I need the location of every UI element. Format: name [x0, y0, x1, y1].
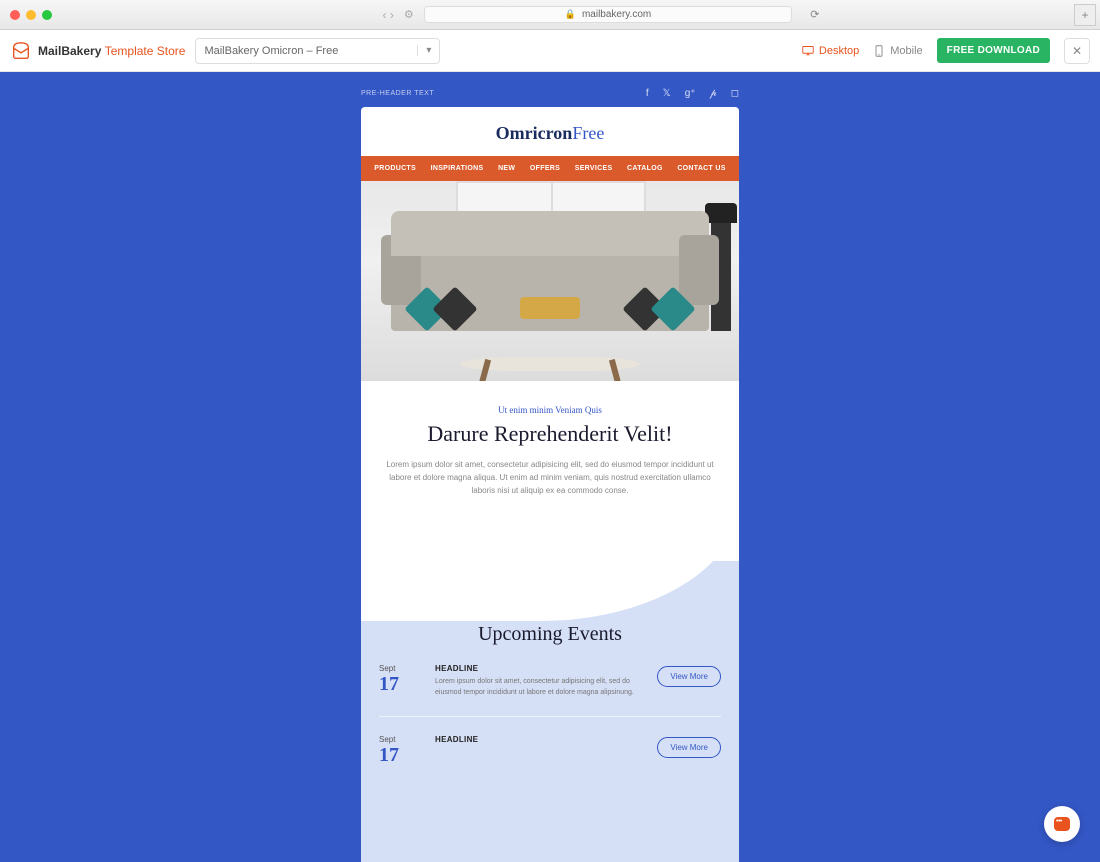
preview-stage: PRE-HEADER TEXT f 𝕏 g⁺ 𝓅 ◻ OmricronFree …	[0, 72, 1100, 862]
free-download-button[interactable]: FREE DOWNLOAD	[937, 38, 1050, 63]
url-text: mailbakery.com	[582, 9, 651, 20]
nav-catalog[interactable]: CATALOG	[627, 165, 663, 172]
window-zoom-icon[interactable]	[42, 10, 52, 20]
desktop-view-button[interactable]: Desktop	[802, 45, 859, 57]
event-row: Sept 17 HEADLINE View More	[379, 735, 721, 785]
app-toolbar: MailBakery Template Store MailBakery Omi…	[0, 30, 1100, 72]
twitter-icon[interactable]: 𝕏	[663, 88, 671, 99]
event-month: Sept	[379, 664, 421, 673]
event-view-more-button[interactable]: View More	[657, 737, 721, 758]
nav-contact[interactable]: CONTACT US	[677, 165, 725, 172]
chat-icon	[1054, 817, 1070, 831]
facebook-icon[interactable]: f	[646, 88, 649, 99]
nav-inspirations[interactable]: INSPIRATIONS	[431, 165, 484, 172]
social-links: f 𝕏 g⁺ 𝓅 ◻	[646, 88, 739, 99]
email-preview: PRE-HEADER TEXT f 𝕏 g⁺ 𝓅 ◻ OmricronFree …	[361, 82, 739, 862]
hero-image	[361, 181, 739, 381]
traffic-lights	[10, 10, 52, 20]
brand-logo[interactable]: MailBakery Template Store	[10, 40, 185, 62]
email-nav: PRODUCTS INSPIRATIONS NEW OFFERS SERVICE…	[361, 156, 739, 181]
mobile-icon	[873, 45, 885, 57]
close-preview-button[interactable]: ✕	[1064, 38, 1090, 64]
select-value: MailBakery Omicron – Free	[204, 45, 338, 57]
reload-icon[interactable]: ⟳	[810, 8, 819, 21]
nav-back-forward-icon[interactable]: ‹ ›	[383, 8, 394, 22]
chat-fab-button[interactable]	[1044, 806, 1080, 842]
event-view-more-button[interactable]: View More	[657, 666, 721, 687]
chevron-down-icon: ▾	[417, 45, 431, 56]
hero-body: Lorem ipsum dolor sit amet, consectetur …	[379, 459, 721, 497]
nav-services[interactable]: SERVICES	[575, 165, 613, 172]
new-tab-button[interactable]: +	[1074, 4, 1096, 26]
hero-title: Darure Reprehenderit Velit!	[379, 421, 721, 447]
event-headline: HEADLINE	[435, 735, 643, 744]
instagram-icon[interactable]: ◻	[731, 88, 739, 99]
events-section: Upcoming Events Sept 17 HEADLINE Lorem i…	[361, 561, 739, 862]
event-day: 17	[379, 673, 421, 696]
lock-icon: 🔒	[565, 9, 576, 20]
event-month: Sept	[379, 735, 421, 744]
preheader-text: PRE-HEADER TEXT	[361, 90, 434, 97]
event-headline: HEADLINE	[435, 664, 643, 673]
nav-offers[interactable]: OFFERS	[530, 165, 560, 172]
events-title: Upcoming Events	[379, 623, 721, 646]
pinterest-icon[interactable]: 𝓅	[710, 88, 717, 99]
hero-eyebrow: Ut enim minim Veniam Quis	[379, 405, 721, 415]
event-desc: Lorem ipsum dolor sit amet, consectetur …	[435, 677, 643, 698]
event-row: Sept 17 HEADLINE Lorem ipsum dolor sit a…	[379, 664, 721, 717]
nav-new[interactable]: NEW	[498, 165, 515, 172]
address-bar[interactable]: 🔒 mailbakery.com	[424, 6, 793, 23]
mailbakery-logo-icon	[10, 40, 32, 62]
window-minimize-icon[interactable]	[26, 10, 36, 20]
brand-text: MailBakery Template Store	[38, 44, 185, 58]
event-day: 17	[379, 744, 421, 767]
template-select[interactable]: MailBakery Omicron – Free ▾	[195, 38, 440, 64]
browser-chrome: ‹ › ⚙ 🔒 mailbakery.com ⟳ +	[0, 0, 1100, 30]
googleplus-icon[interactable]: g⁺	[685, 88, 696, 99]
page-settings-icon[interactable]: ⚙	[404, 8, 414, 21]
window-close-icon[interactable]	[10, 10, 20, 20]
desktop-icon	[802, 45, 814, 57]
nav-products[interactable]: PRODUCTS	[374, 165, 416, 172]
mobile-view-button[interactable]: Mobile	[873, 45, 922, 57]
email-logo: OmricronFree	[361, 107, 739, 156]
